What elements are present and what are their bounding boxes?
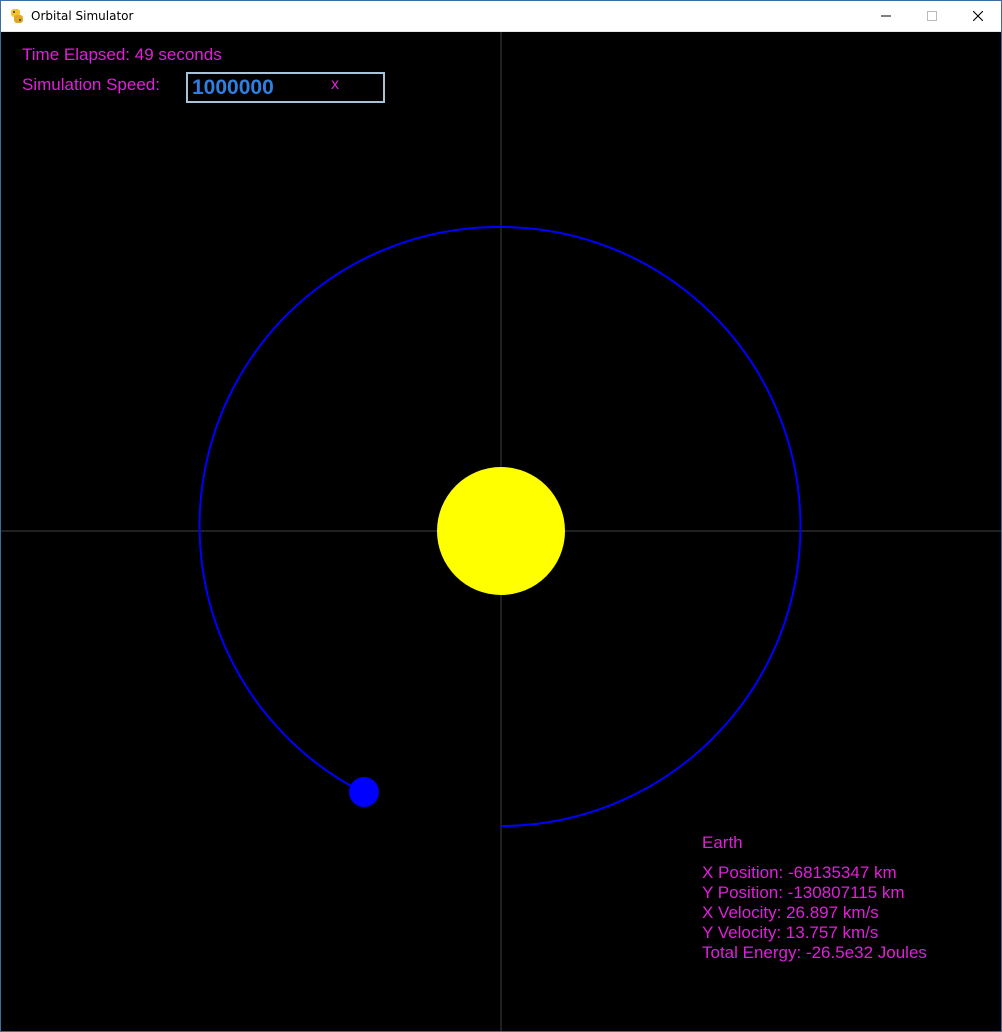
planet-name: Earth [702, 833, 743, 852]
earth-planet[interactable] [349, 777, 379, 807]
minimize-button[interactable] [863, 1, 909, 31]
minimize-icon [881, 15, 891, 17]
maximize-button[interactable] [909, 1, 955, 31]
title-bar[interactable]: Orbital Simulator [1, 1, 1001, 32]
app-window: Orbital Simulator Time Elapsed: 49 secon… [0, 0, 1002, 1032]
simulation-speed-label: Simulation Speed: [22, 75, 160, 94]
x-velocity-text: X Velocity: 26.897 km/s [702, 903, 879, 922]
simulation-speed-input[interactable]: 1000000 x [186, 72, 385, 103]
y-position-text: Y Position: -130807115 km [702, 883, 905, 902]
x-position-text: X Position: -68135347 km [702, 863, 897, 882]
maximize-icon [927, 11, 937, 21]
close-button[interactable] [955, 1, 1001, 31]
simulation-speed-value: 1000000 [192, 76, 274, 99]
sun [437, 467, 565, 595]
window-title: Orbital Simulator [31, 9, 134, 23]
y-velocity-text: Y Velocity: 13.757 km/s [702, 923, 879, 942]
time-elapsed-text: Time Elapsed: 49 seconds [22, 45, 222, 64]
planet-info-panel: Earth X Position: -68135347 km Y Positio… [702, 833, 927, 963]
speed-multiplier-suffix: x [331, 76, 339, 93]
total-energy-text: Total Energy: -26.5e32 Joules [702, 943, 927, 962]
python-snake-icon [11, 9, 23, 23]
simulation-canvas[interactable]: Time Elapsed: 49 seconds Simulation Spee… [1, 32, 1001, 1031]
close-icon [973, 11, 983, 21]
